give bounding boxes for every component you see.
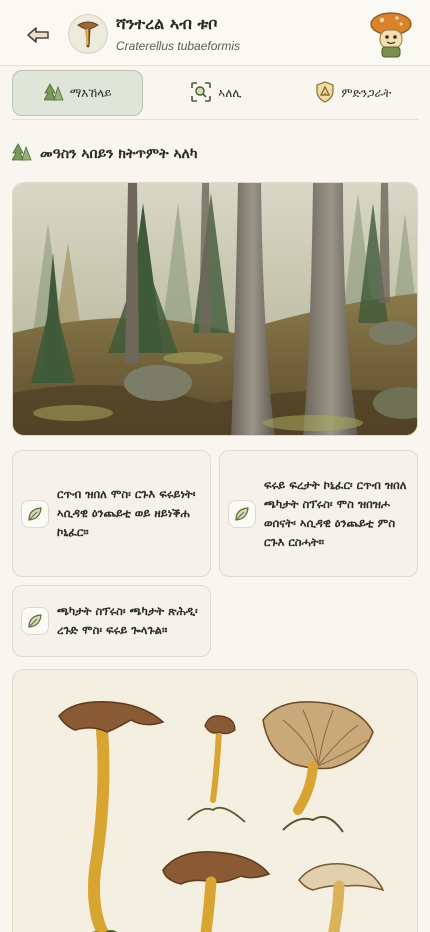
- tab-overview-label: ማእኸላይ: [69, 85, 112, 100]
- leaf-icon: [228, 499, 256, 528]
- scan-icon: [190, 81, 212, 106]
- tab-bar: ማእኸላይ ኣለሊ ምድንጋራት: [12, 70, 418, 116]
- forest-icon: [11, 142, 32, 166]
- habitat-card: ርጥብ ዝበለ ሞስ፡ ርጉእ ፍሩይነት፡ ኣሲዳዊ ዕንጨይቲ ወይ ዘይነ…: [12, 450, 211, 577]
- habitat-card: ጫካታት ስፕሩስ፡ ጫካታት ጽሕዲ፡ ረጉድ ሞስ፡ ፍሩይ ጐላጉል።: [12, 585, 211, 657]
- scientific-name: Craterellus tubaeformis: [116, 39, 241, 53]
- species-title: ሻንተረል ኣብ ቱቦ: [116, 14, 218, 33]
- leaf-icon: [21, 607, 49, 635]
- mushroom-illustration: [12, 669, 418, 932]
- mushroom-icon: [68, 14, 108, 54]
- tab-identify-label: ኣለሊ: [218, 85, 242, 100]
- mushroom-drawing: [58, 701, 165, 932]
- tab-divider: [12, 119, 418, 120]
- habitat-card-text: ጫካታት ስፕሩስ፡ ጫካታት ጽሕዲ፡ ረጉድ ሞስ፡ ፍሩይ ጐላጉል።: [57, 604, 198, 637]
- warning-shield-icon: [315, 80, 335, 106]
- tab-lookalikes[interactable]: ምድንጋራት: [289, 70, 418, 116]
- habitat-card-text: ፍሩይ ፍረታት ኮኒፈር፡ ርጥብ ዝበለ ጫካታት ስፕሩስ፡ ሞስ ዝበዝ…: [264, 477, 407, 549]
- section-heading-text: መዓስን ኣበይን ክትጥምት ኣለካ: [40, 146, 198, 162]
- back-arrow-icon[interactable]: [24, 24, 52, 46]
- habitat-card: ፍሩይ ፍረታት ኮኒፈር፡ ርጥብ ዝበለ ጫካታት ስፕሩስ፡ ሞስ ዝበዝ…: [219, 450, 418, 577]
- leaf-icon: [21, 499, 49, 528]
- habitat-forest-image: [12, 182, 418, 436]
- tab-lookalikes-label: ምድንጋራት: [341, 85, 392, 100]
- mushroom-mascot-icon[interactable]: [368, 10, 414, 58]
- app-header: ሻንተረል ኣብ ቱቦ Craterellus tubaeformis: [0, 0, 430, 66]
- habitat-card-text: ርጥብ ዝበለ ሞስ፡ ርጉእ ፍሩይነት፡ ኣሲዳዊ ዕንጨይቲ ወይ ዘይነ…: [57, 487, 196, 539]
- forest-icon: [42, 82, 64, 105]
- section-heading: መዓስን ኣበይን ክትጥምት ኣለካ: [11, 142, 198, 166]
- tab-identify[interactable]: ኣለሊ: [151, 70, 280, 116]
- tab-overview[interactable]: ማእኸላይ: [12, 70, 144, 116]
